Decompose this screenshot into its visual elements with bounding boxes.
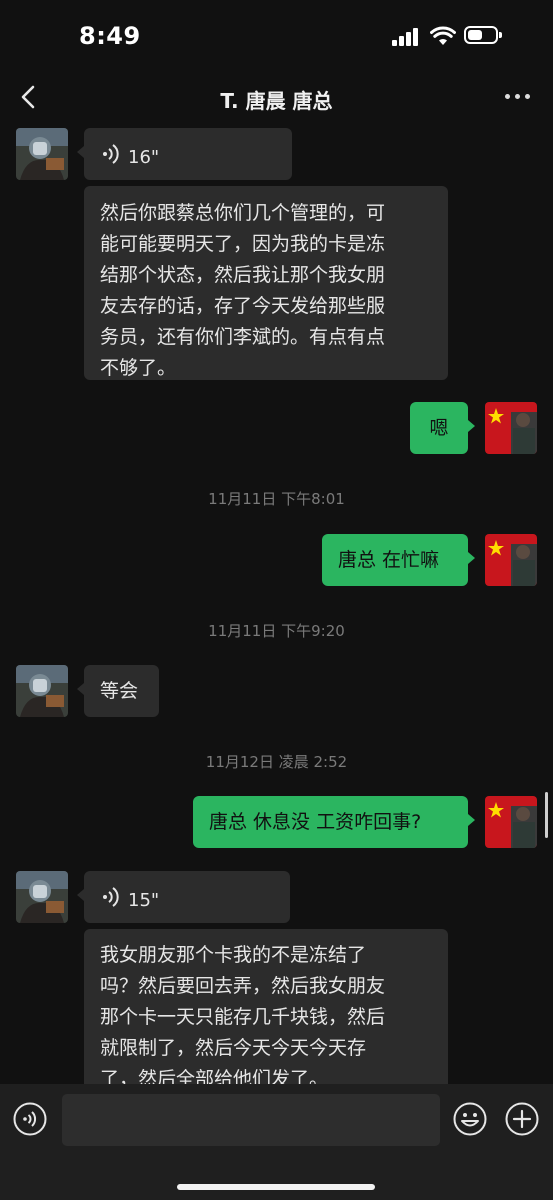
- contact-avatar[interactable]: [16, 871, 68, 923]
- message-text: 唐总 休息没 工资咋回事?: [209, 811, 422, 833]
- contact-avatar[interactable]: [16, 128, 68, 180]
- emoji-icon[interactable]: [453, 1102, 487, 1136]
- message-list[interactable]: 16" 然后你跟蔡总你们几个管理的，可 能可能要明天了，因为我的卡是冻 结那个状…: [0, 124, 553, 1084]
- timestamp: 11月11日 下午9:20: [208, 622, 345, 640]
- message-input[interactable]: [62, 1094, 440, 1146]
- message-text: 嗯: [429, 417, 449, 439]
- chat-header: T. 唐晨 唐总: [0, 72, 553, 124]
- timestamp: 11月11日 下午8:01: [208, 490, 345, 508]
- sent-message-bubble[interactable]: 嗯: [410, 402, 475, 454]
- plus-icon[interactable]: [505, 1102, 539, 1136]
- sent-message-bubble[interactable]: 唐总 休息没 工资咋回事?: [193, 796, 475, 848]
- message-line: 了，然后全部给他们发了。: [100, 1068, 329, 1084]
- message-line: 不够了。: [100, 357, 177, 379]
- message-line: 务员，还有你们李斌的。有点有点: [100, 326, 386, 348]
- input-bar: [0, 1084, 553, 1200]
- my-avatar[interactable]: [485, 402, 537, 454]
- wifi-icon: [430, 26, 456, 45]
- contact-avatar[interactable]: [16, 665, 68, 717]
- scrollbar[interactable]: [545, 792, 548, 838]
- chat-title: T. 唐晨 唐总: [220, 89, 333, 113]
- message-line: 结那个状态，然后我让那个我女朋: [100, 264, 386, 286]
- status-time: 8:49: [79, 22, 141, 50]
- voice-duration: 15": [128, 890, 160, 911]
- message-text: 唐总 在忙嘛: [338, 549, 440, 571]
- message-line: 能可能要明天了，因为我的卡是冻: [100, 233, 386, 255]
- more-dots-icon[interactable]: [503, 84, 533, 108]
- voice-transcript-bubble[interactable]: 然后你跟蔡总你们几个管理的，可 能可能要明天了，因为我的卡是冻 结那个状态，然后…: [84, 186, 448, 380]
- message-line: 我女朋友那个卡我的不是冻结了: [100, 944, 367, 966]
- sent-message-bubble[interactable]: 唐总 在忙嘛: [322, 534, 475, 586]
- home-indicator[interactable]: [177, 1184, 375, 1190]
- message-text: 等会: [100, 680, 139, 702]
- voice-wave-icon: [103, 887, 119, 907]
- voice-transcript-bubble[interactable]: 我女朋友那个卡我的不是冻结了 吗？然后要回去弄，然后我女朋友 那个卡一天只能存几…: [84, 929, 448, 1084]
- cellular-signal-icon: [392, 28, 420, 46]
- voice-wave-icon: [103, 144, 119, 164]
- message-line: 吗？然后要回去弄，然后我女朋友: [100, 975, 386, 997]
- message-line: 友去存的话，存了今天发给那些服: [100, 295, 386, 317]
- received-message-bubble[interactable]: 等会: [77, 665, 159, 717]
- voice-message-bubble[interactable]: 16": [77, 128, 292, 180]
- message-line: 就限制了，然后今天今天今天存: [100, 1037, 367, 1059]
- voice-duration: 16": [128, 147, 160, 168]
- battery-level: [468, 30, 483, 40]
- battery-icon: [464, 26, 502, 44]
- message-line: 那个卡一天只能存几千块钱，然后: [100, 1006, 386, 1028]
- my-avatar[interactable]: [485, 796, 537, 848]
- status-bar: 8:49: [0, 0, 553, 72]
- voice-message-bubble[interactable]: 15": [77, 871, 290, 923]
- message-line: 然后你跟蔡总你们几个管理的，可: [100, 202, 386, 224]
- timestamp: 11月12日 凌晨 2:52: [205, 753, 348, 771]
- voice-input-icon[interactable]: [13, 1102, 47, 1136]
- my-avatar[interactable]: [485, 534, 537, 586]
